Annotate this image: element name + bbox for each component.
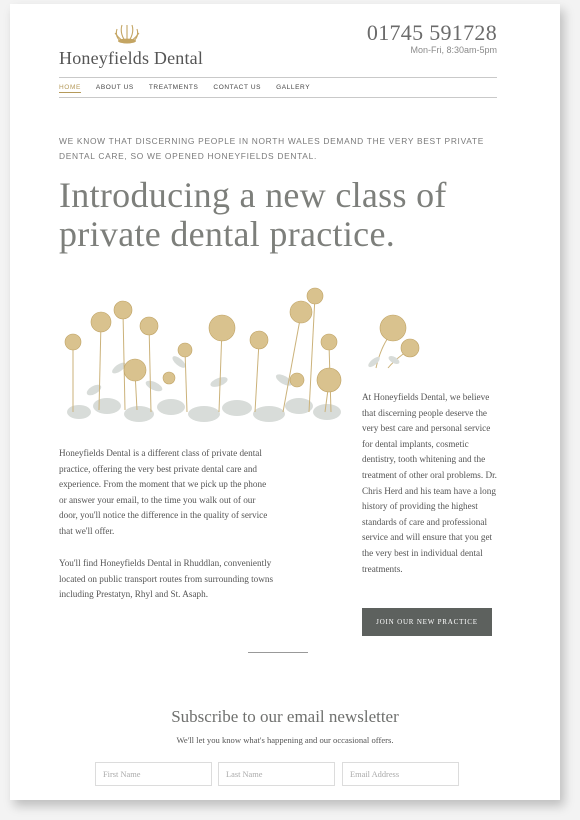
- phone-number[interactable]: 01745 591728: [367, 20, 497, 46]
- nav-bottom-rule: [59, 97, 497, 98]
- nav-item-contact-us[interactable]: CONTACT US: [213, 84, 261, 93]
- newsletter-title: Subscribe to our email newsletter: [171, 707, 399, 726]
- join-practice-button[interactable]: JOIN OUR NEW PRACTICE: [362, 608, 492, 636]
- nav-item-home[interactable]: HOME: [59, 84, 81, 93]
- description-paragraph: Honeyfields Dental is a different class …: [59, 448, 268, 536]
- newsletter-subtitle: We'll let you know what's happening and …: [176, 735, 394, 745]
- small-flower-illustration: [368, 314, 420, 369]
- nav-top-rule: [59, 77, 497, 78]
- nav-item-about-us[interactable]: ABOUT US: [96, 84, 134, 93]
- about-paragraph: At Honeyfields Dental, we believe that d…: [362, 392, 497, 574]
- main-nav: HOME ABOUT US TREATMENTS CONTACT US GALL…: [59, 84, 310, 93]
- opening-hours: Mon-Fri, 8:30am-5pm: [410, 45, 497, 55]
- flower-logo-icon: [114, 24, 140, 44]
- flower-illustration: [64, 287, 342, 422]
- page: Honeyfields Dental 01745 591728 Mon-Fri,…: [10, 4, 560, 800]
- first-name-field[interactable]: [95, 762, 212, 786]
- email-field[interactable]: [342, 762, 459, 786]
- nav-item-gallery[interactable]: GALLERY: [276, 84, 310, 93]
- nav-item-treatments[interactable]: TREATMENTS: [149, 84, 199, 93]
- brand-name[interactable]: Honeyfields Dental: [59, 48, 203, 69]
- last-name-field[interactable]: [218, 762, 335, 786]
- intro-text: WE KNOW THAT DISCERNING PEOPLE IN NORTH …: [59, 136, 485, 161]
- section-divider: [248, 652, 308, 653]
- hero-title: Introducing a new class of private denta…: [59, 175, 447, 254]
- location-paragraph: You'll find Honeyfields Dental in Rhuddl…: [59, 558, 274, 600]
